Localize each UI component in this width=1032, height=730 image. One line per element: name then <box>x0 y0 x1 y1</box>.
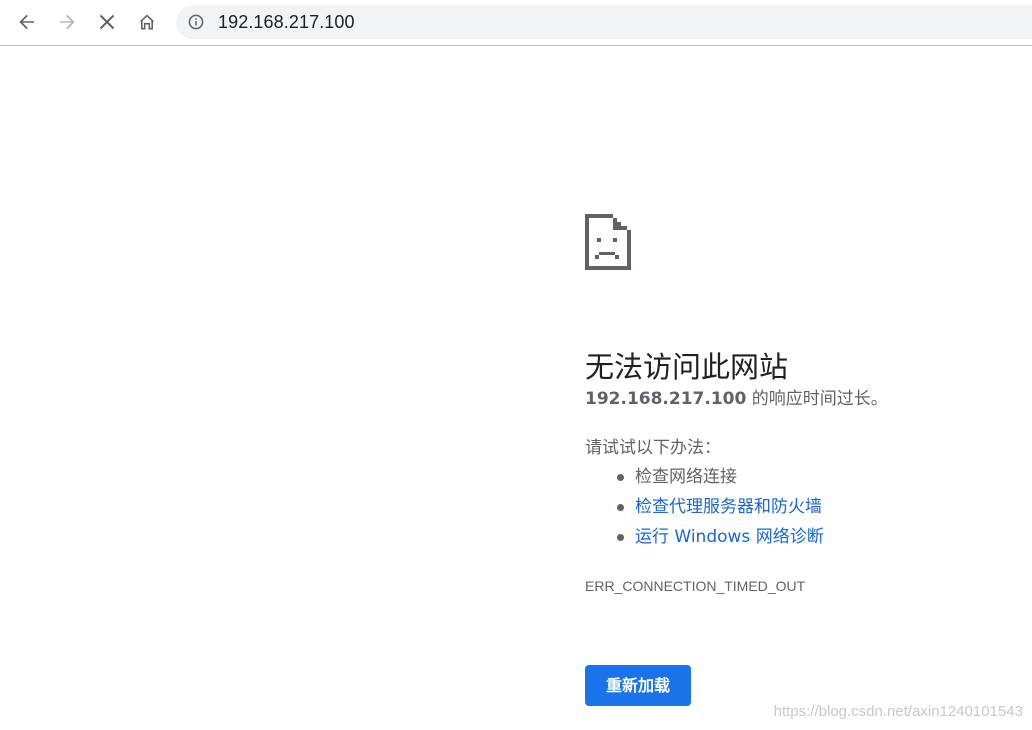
watermark: https://blog.csdn.net/axin1240101543 <box>773 703 1023 720</box>
error-description: 192.168.217.100 的响应时间过长。 <box>585 387 888 411</box>
suggestion-check-proxy-link[interactable]: 检查代理服务器和防火墙 <box>635 497 822 517</box>
bullet-dot <box>617 504 624 511</box>
error-description-suffix: 的响应时间过长。 <box>746 389 888 409</box>
suggestion-check-connection: 检查网络连接 <box>635 467 737 487</box>
arrow-right-icon <box>60 14 75 30</box>
bullet-dot <box>617 474 624 481</box>
forward-button[interactable] <box>51 6 83 38</box>
stop-button[interactable] <box>91 6 123 38</box>
suggestions-heading: 请试试以下办法： <box>585 438 721 458</box>
suggestions-list: 检查网络连接 检查代理服务器和防火墙 运行 Windows 网络诊断 <box>585 465 824 555</box>
list-item: 检查网络连接 <box>585 465 824 495</box>
address-bar[interactable]: 192.168.217.100 <box>176 5 1032 39</box>
error-code: ERR_CONNECTION_TIMED_OUT <box>585 578 806 594</box>
bullet-dot <box>617 534 624 541</box>
url-text[interactable]: 192.168.217.100 <box>218 12 355 32</box>
list-item: 检查代理服务器和防火墙 <box>585 495 824 525</box>
error-title: 无法访问此网站 <box>585 350 789 385</box>
browser-toolbar: 192.168.217.100 <box>0 0 1032 46</box>
list-item: 运行 Windows 网络诊断 <box>585 525 824 555</box>
error-host: 192.168.217.100 <box>585 389 747 409</box>
home-icon <box>139 14 155 30</box>
close-icon <box>99 14 115 30</box>
info-circle-icon[interactable] <box>188 14 204 30</box>
sad-document-icon <box>585 214 631 270</box>
arrow-left-icon <box>19 14 34 30</box>
back-button[interactable] <box>11 6 43 38</box>
reload-button[interactable]: 重新加载 <box>585 665 691 706</box>
suggestion-run-diagnostics-link[interactable]: 运行 Windows 网络诊断 <box>635 527 824 547</box>
home-button[interactable] <box>131 6 163 38</box>
